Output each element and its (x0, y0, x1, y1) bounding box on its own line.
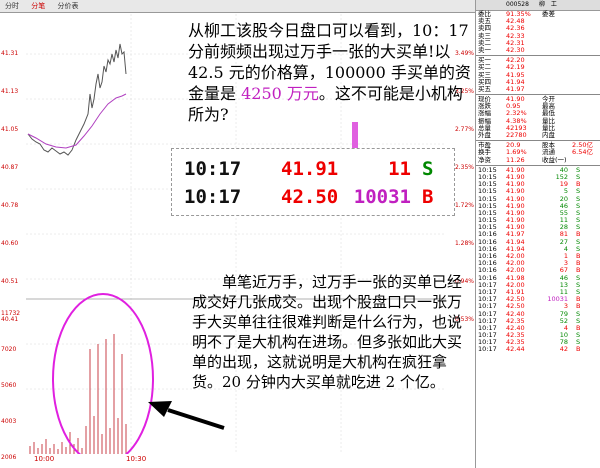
quote-label: 净资 (478, 155, 491, 164)
tick-volume: 19 (559, 180, 568, 189)
tick-direction: B (576, 345, 581, 354)
quote-row: 涨跌 0.95 最高 (476, 103, 600, 110)
tick-time: 10:17 (478, 345, 497, 354)
stock-code: 000528 (506, 1, 529, 8)
capital-highlight: 4250 万元 (241, 84, 319, 103)
stock-name: 柳 工 (538, 1, 557, 8)
quote-row: 卖三 42.33 (476, 32, 600, 40)
trade-detail-box: 10:17 41.91 11 S 10:17 42.50 10031 B (171, 148, 455, 216)
quote-row: 买二 42.19 (476, 64, 600, 71)
tick-volume: 27 (559, 237, 568, 246)
axis-label: 41.31 (1, 50, 19, 57)
tab-price-table[interactable]: 分价表 (52, 0, 83, 12)
quote-label: 内盘 (542, 131, 555, 139)
quote-value: 11.26 (506, 155, 525, 164)
trade-row: 10:17 41.91 11 S (184, 158, 434, 180)
volume-bars (29, 334, 127, 454)
fundamentals-block: 市盈 20.9 股本 2.50亿 换手 1.69% 流通 6.54亿 净资 11.26 收益(一) (476, 141, 600, 164)
quote-label: 收益(一) (542, 155, 567, 164)
order-book: 委比 91.35% 委差 卖五 42.48 卖四 42.36 卖三 42.33 卖二 42.31 卖一… (476, 10, 600, 54)
volume-highlight-circle (52, 293, 154, 454)
tick-row[interactable]: 10:17 42.44 42 B (476, 346, 600, 353)
quote-row: 振幅 4.38% 量比 (476, 117, 600, 125)
quote-row: 卖一 42.30 (476, 45, 600, 54)
axis-label: 41.05 (1, 126, 19, 133)
axis-label: 40.87 (1, 164, 19, 171)
annotation-bottom: 单笔近万手，过万手一张的买单已经成交好几张成交。出现个股盘口只一张万手大买单往往… (192, 273, 463, 391)
stock-header: 000528 柳 工 (476, 0, 600, 11)
quote-value: 41.97 (506, 84, 525, 93)
axis-label: 41.13 (1, 88, 19, 95)
axis-label: 7020 (1, 346, 17, 353)
axis-label: 40.51 (1, 278, 19, 285)
tab-ticks[interactable]: 分笔 (26, 0, 50, 12)
quote-label: 买五 (478, 84, 491, 93)
axis-label: 40.60 (1, 240, 19, 247)
quote-label: 卖一 (478, 45, 491, 54)
tick-volume: 1 (563, 252, 568, 260)
quote-row: 买三 41.95 (476, 71, 600, 79)
quote-row: 涨幅 2.32% 最低 (476, 110, 600, 117)
tick-volume: 42 (559, 345, 568, 354)
tick-list[interactable]: 10:15 41.90 40 S 10:15 41.90 152 S 10:15 41.90 19 B… (476, 166, 600, 354)
quote-row: 外盘 22780 内盘 (476, 131, 600, 139)
quote-row: 卖四 42.36 (476, 25, 600, 32)
quote-row: 换手 1.69% 流通 6.54亿 (476, 149, 600, 156)
quote-row: 委比 91.35% 委差 (476, 10, 600, 18)
axis-label: 4003 (1, 418, 17, 425)
axis-label: 11732 (1, 310, 21, 317)
time-label: 10:00 (34, 455, 55, 463)
tick-volume: 52 (559, 316, 568, 325)
quote-label: 外盘 (478, 131, 491, 139)
stats-block: 现价 41.90 今开 涨跌 0.95 最高 涨幅 2.32% 最低 振幅 4.38% 量比 总量 421… (476, 95, 600, 139)
axis-label: 2.35% (454, 164, 474, 171)
intraday-chart-area: 分时 分笔 分价表 41.31 41.13 41.05 40.87 40.78 40.60… (0, 0, 475, 468)
quote-row: 卖五 42.48 (476, 17, 600, 25)
axis-label: 1.72% (454, 202, 474, 209)
quote-panel: 000528 柳 工 委比 91.35% 委差 卖五 42.48 卖四 42.36 卖三 42.… (475, 0, 600, 468)
tick-price: 42.44 (506, 345, 525, 354)
average-price-line (27, 93, 127, 149)
quote-row: 净资 11.26 收益(一) (476, 155, 600, 164)
tick-volume: 4 (563, 244, 568, 253)
axis-label: 2.77% (454, 126, 474, 133)
axis-label: 40.41 (1, 316, 19, 323)
axis-label: 1.28% (454, 240, 474, 247)
quote-label: 委差 (542, 10, 555, 18)
quote-row: 现价 41.90 今开 (476, 95, 600, 103)
quote-row: 卖二 42.31 (476, 39, 600, 47)
quote-row: 总量 42193 量比 (476, 124, 600, 132)
time-label: 10:30 (126, 455, 147, 463)
annotation-top: 从柳工该股今日盘口可以看到，10：17 分前频频出现过万手一张的大买单!以 42… (188, 21, 471, 124)
quote-value: 22780 (506, 131, 527, 139)
quote-row: 买四 41.94 (476, 78, 600, 86)
quote-row: 买五 41.97 (476, 84, 600, 93)
axis-label: 40.78 (1, 202, 19, 209)
tick-volume: 10031 (547, 295, 568, 304)
quote-value: 42.30 (506, 45, 525, 54)
axis-label: 5060 (1, 382, 17, 389)
price-line (27, 43, 127, 156)
quote-row: 买一 42.20 (476, 56, 600, 64)
tab-minute[interactable]: 分时 (0, 0, 24, 12)
time-axis: 10:00 10:30 (26, 455, 446, 468)
pointer-arrow (148, 401, 225, 430)
chart-tab-bar: 分时 分笔 分价表 (0, 0, 475, 13)
quote-value: 6.54亿 (572, 148, 593, 157)
trade-row: 10:17 42.50 10031 B (184, 186, 434, 208)
axis-label: 2006 (1, 454, 17, 461)
bid-book: 买一 42.20 买二 42.19 买三 41.95 买四 41.94 买五 41.97 (476, 56, 600, 93)
